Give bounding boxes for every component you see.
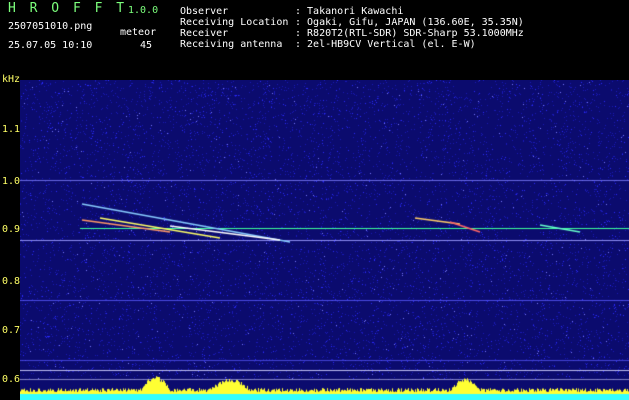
app-version: 1.0.0 bbox=[128, 5, 159, 16]
header-panel: H R O F F T 1.0.0 2507051010.png meteor … bbox=[0, 0, 629, 70]
antenna-label: Receiving antenna bbox=[180, 39, 283, 50]
app-title: H R O F F T bbox=[8, 1, 128, 16]
spectrogram-canvas bbox=[20, 80, 629, 400]
y-tick-0.6: 0.6 bbox=[2, 374, 21, 385]
mode-label: meteor bbox=[120, 27, 157, 38]
event-count: 45 bbox=[140, 40, 153, 51]
antenna-value: : 2el-HB9CV Vertical (el. E-W) bbox=[295, 39, 476, 50]
y-tick-1.0: 1.0 bbox=[2, 176, 21, 187]
image-filename: 2507051010.png bbox=[8, 21, 93, 32]
y-tick-1.1: 1.1 bbox=[2, 124, 21, 135]
datetime-text: 25.07.05 10:10 bbox=[8, 40, 93, 51]
y-tick-0.8: 0.8 bbox=[2, 276, 21, 287]
spectrogram-plot bbox=[20, 80, 629, 400]
y-tick-0.9: 0.9 bbox=[2, 224, 21, 235]
y-tick-0.7: 0.7 bbox=[2, 325, 21, 336]
